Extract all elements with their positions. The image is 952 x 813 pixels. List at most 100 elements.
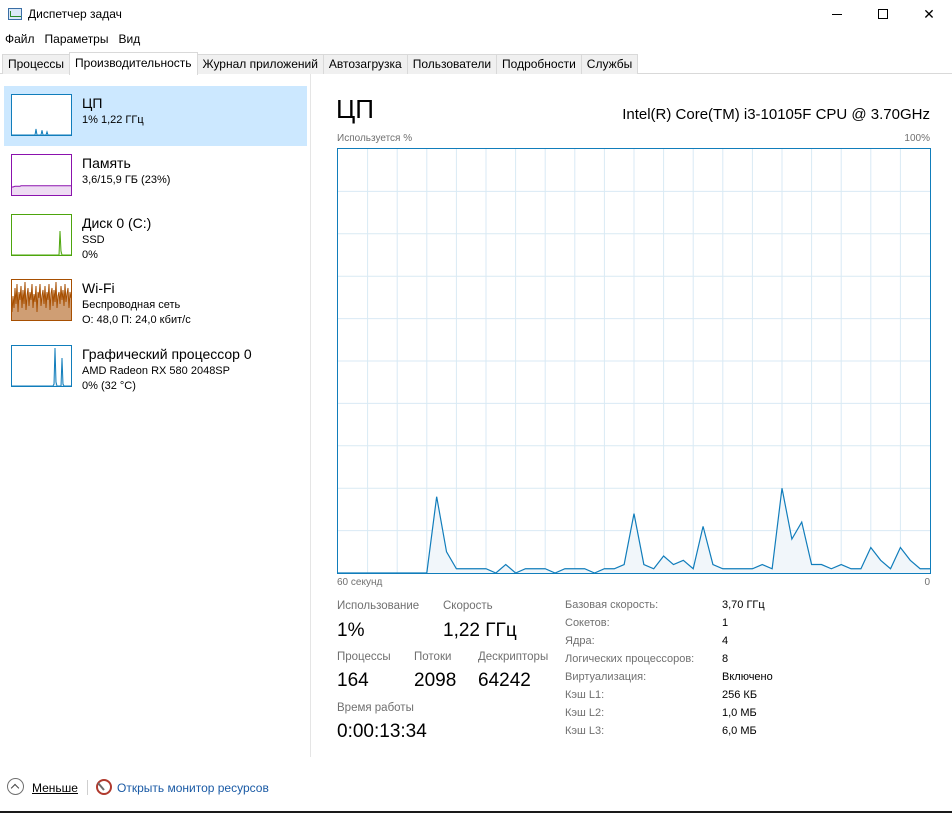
resource-name: Wi-Fi	[82, 280, 115, 296]
graph-max-label: 100%	[904, 133, 930, 144]
resource-name: Графический процессор 0	[82, 346, 252, 362]
info-row: Кэш L2: 1,0 МБ	[565, 707, 773, 725]
resource-item-gpu[interactable]: Графический процессор 0 AMD Radeon RX 58…	[4, 337, 307, 397]
cpu-info-table: Базовая скорость: 3,70 ГГц Сокетов: 1 Ядра…	[565, 599, 773, 743]
menu-bar: Файл Параметры Вид	[0, 30, 145, 48]
uptime-label: Время работы	[337, 702, 414, 714]
info-value: 3,70 ГГц	[722, 599, 765, 611]
resource-detail: Беспроводная сеть	[82, 299, 181, 311]
memory-mini-graph	[11, 154, 72, 196]
mini-graph-svg	[12, 185, 71, 195]
threads-label: Потоки	[414, 651, 452, 663]
resource-detail-2: 0% (32 °C)	[82, 380, 136, 392]
minimize-button[interactable]	[814, 0, 860, 28]
cpu-usage-graph	[337, 148, 931, 574]
tab-services[interactable]: Службы	[580, 54, 639, 74]
page-title: ЦП	[336, 94, 374, 124]
cpu-mini-graph	[11, 94, 72, 136]
maximize-button[interactable]	[860, 0, 906, 28]
tab-processes[interactable]: Процессы	[2, 54, 71, 74]
info-key: Кэш L2:	[565, 707, 605, 719]
resource-name: ЦП	[82, 95, 103, 111]
resource-list: ЦП 1% 1,22 ГГц Память 3,6/15,9 ГБ (23%) …	[0, 74, 311, 757]
info-row: Сокетов: 1	[565, 617, 773, 635]
tab-bar: Процессы Производительность Журнал прило…	[0, 52, 952, 75]
info-value: 256 КБ	[722, 689, 758, 701]
mini-graph-svg	[12, 281, 71, 320]
gpu-mini-graph	[11, 345, 72, 387]
handles-value: 64242	[478, 670, 531, 691]
info-value: Включено	[722, 671, 773, 683]
threads-value: 2098	[414, 670, 457, 691]
info-key: Кэш L3:	[565, 725, 605, 737]
resource-item-memory[interactable]: Память 3,6/15,9 ГБ (23%)	[4, 146, 307, 206]
info-key: Базовая скорость:	[565, 599, 659, 611]
info-row: Логических процессоров: 8	[565, 653, 773, 671]
info-row: Кэш L3: 6,0 МБ	[565, 725, 773, 743]
resource-detail: SSD	[82, 234, 105, 246]
info-value: 4	[722, 635, 729, 647]
fewer-details-button[interactable]: Меньше	[32, 781, 78, 795]
open-resource-monitor-link[interactable]: Открыть монитор ресурсов	[117, 781, 269, 795]
processes-value: 164	[337, 670, 369, 691]
mini-graph-svg	[12, 128, 71, 135]
tab-startup[interactable]: Автозагрузка	[322, 54, 408, 74]
info-value: 1	[722, 617, 729, 629]
wifi-mini-graph	[11, 279, 72, 321]
info-key: Сокетов:	[565, 617, 610, 629]
tab-performance[interactable]: Производительность	[69, 52, 198, 75]
resource-detail-2: О: 48,0 П: 24,0 кбит/с	[82, 314, 191, 326]
task-manager-icon	[8, 8, 22, 20]
cpu-model: Intel(R) Core(TM) i3-10105F CPU @ 3.70GH…	[622, 106, 930, 123]
info-row: Базовая скорость: 3,70 ГГц	[565, 599, 773, 617]
resource-detail-2: 0%	[82, 249, 98, 261]
info-key: Виртуализация:	[565, 671, 647, 683]
minimize-icon	[832, 13, 842, 15]
info-key: Кэш L1:	[565, 689, 605, 701]
resource-detail: 1% 1,22 ГГц	[82, 114, 144, 126]
tab-users[interactable]: Пользователи	[406, 54, 498, 74]
divider	[87, 780, 88, 795]
resource-detail: 3,6/15,9 ГБ (23%)	[82, 174, 171, 186]
resource-item-cpu[interactable]: ЦП 1% 1,22 ГГц	[4, 86, 307, 146]
info-row: Кэш L1: 256 КБ	[565, 689, 773, 707]
info-key: Логических процессоров:	[565, 653, 695, 665]
disk-mini-graph	[11, 214, 72, 256]
processes-label: Процессы	[337, 651, 391, 663]
info-row: Ядра: 4	[565, 635, 773, 653]
mini-graph-area	[12, 231, 71, 255]
mini-graph-area	[12, 185, 71, 195]
info-key: Ядра:	[565, 635, 595, 647]
graph-time-label: 60 секунд	[337, 577, 383, 588]
graph-min-label: 0	[924, 577, 930, 588]
mini-graph-line	[12, 230, 71, 255]
window-title: Диспетчер задач	[28, 7, 122, 21]
close-button[interactable]: ✕	[906, 0, 952, 28]
resource-name: Память	[82, 155, 131, 171]
tab-app-history[interactable]: Журнал приложений	[196, 54, 324, 74]
mini-graph-line	[12, 128, 71, 135]
close-icon: ✕	[923, 5, 935, 22]
info-value: 1,0 МБ	[722, 707, 757, 719]
footer: Меньше Открыть монитор ресурсов	[0, 772, 952, 802]
speed-value: 1,22 ГГц	[443, 620, 517, 641]
resource-item-wifi[interactable]: Wi-Fi Беспроводная сеть О: 48,0 П: 24,0 …	[4, 271, 307, 331]
cpu-usage-chart	[338, 149, 930, 573]
info-value: 6,0 МБ	[722, 725, 757, 737]
tab-details[interactable]: Подробности	[496, 54, 582, 74]
menu-options[interactable]: Параметры	[40, 30, 114, 48]
resource-item-disk[interactable]: Диск 0 (C:) SSD 0%	[4, 206, 307, 266]
info-row: Виртуализация: Включено	[565, 671, 773, 689]
info-value: 8	[722, 653, 729, 665]
resource-detail: AMD Radeon RX 580 2048SP	[82, 365, 230, 377]
resource-name: Диск 0 (C:)	[82, 215, 152, 231]
chevron-up-icon[interactable]	[7, 778, 24, 795]
usage-label: Использование	[337, 600, 420, 612]
mini-graph-svg	[12, 230, 71, 255]
menu-view[interactable]: Вид	[113, 30, 145, 48]
resource-monitor-icon[interactable]	[96, 779, 112, 795]
maximize-icon	[878, 9, 888, 19]
uptime-value: 0:00:13:34	[337, 721, 427, 742]
usage-value: 1%	[337, 620, 365, 641]
menu-file[interactable]: Файл	[0, 30, 40, 48]
